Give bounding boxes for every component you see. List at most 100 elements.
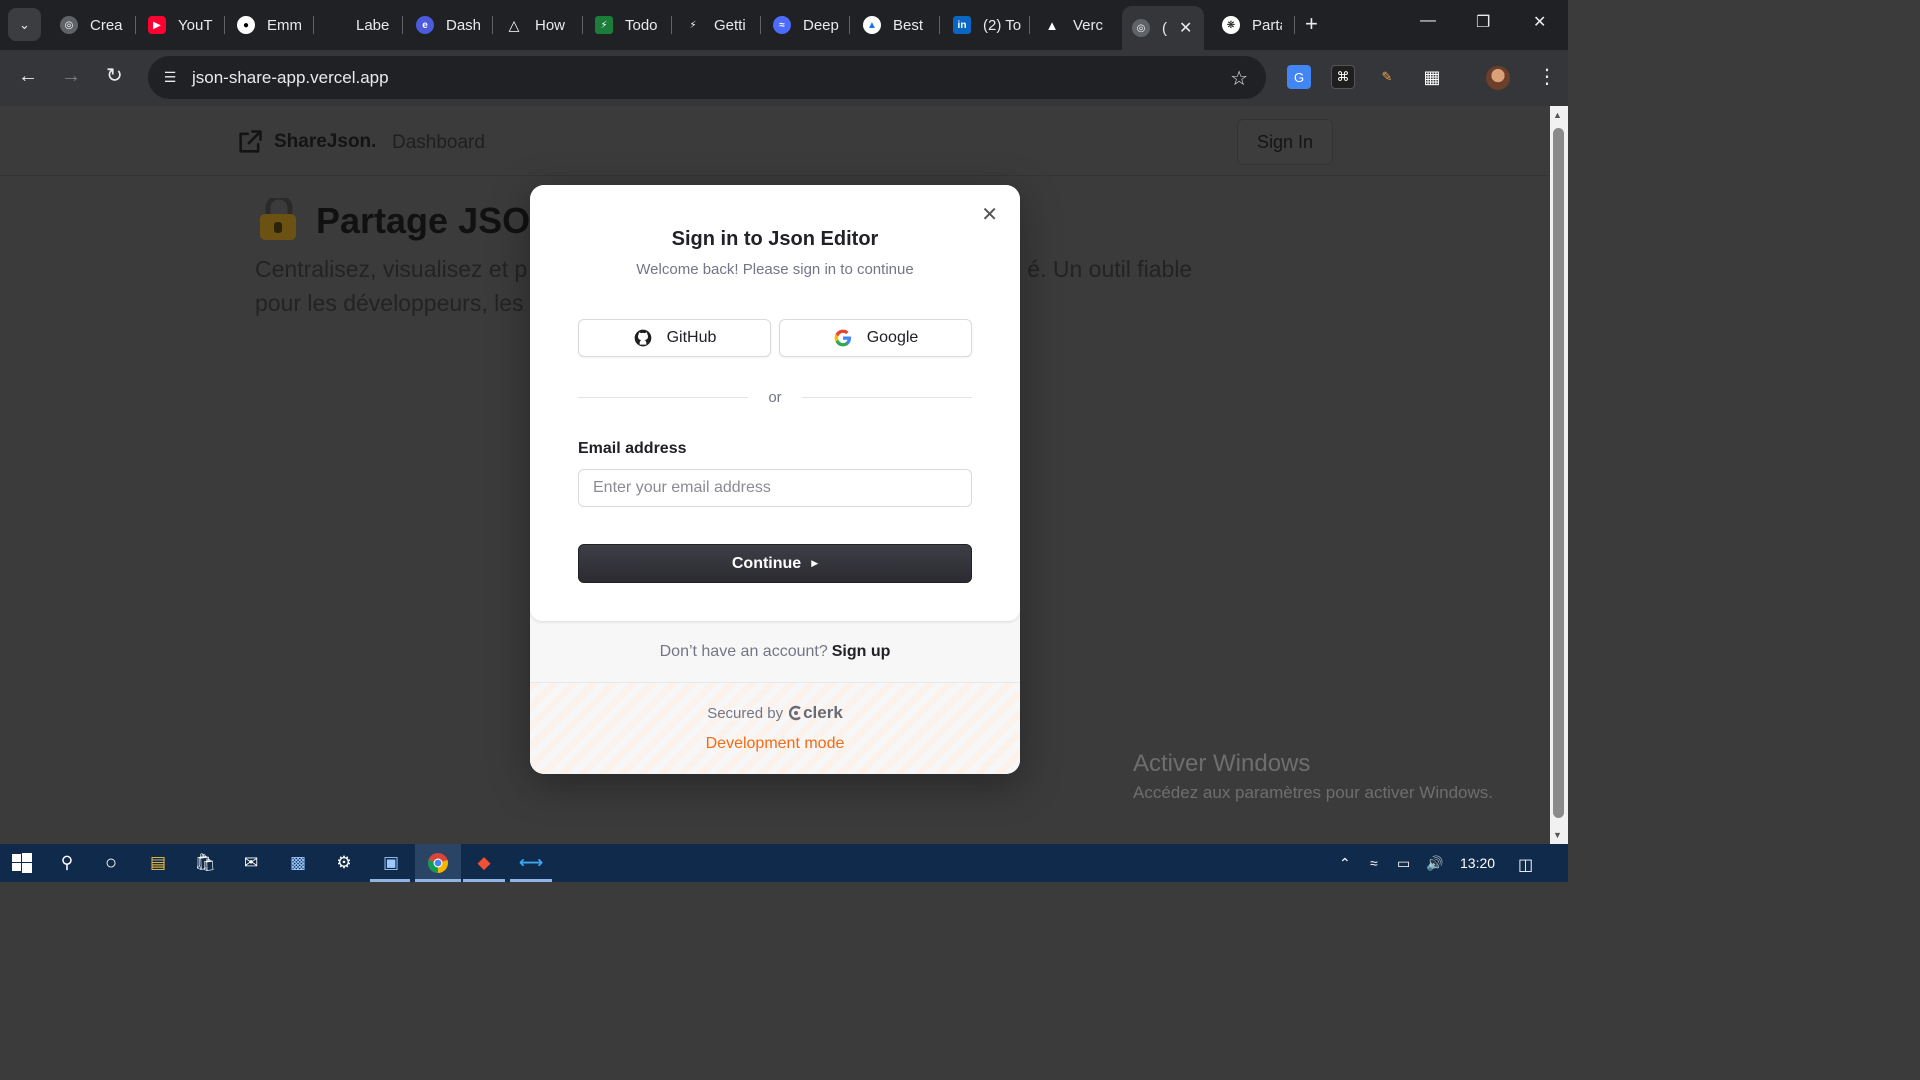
scrollbar-thumb[interactable] bbox=[1553, 128, 1564, 818]
youtube-icon: ▶ bbox=[148, 16, 166, 34]
git-icon[interactable]: ◆ bbox=[473, 852, 495, 874]
deepseek-icon: ≈ bbox=[773, 16, 791, 34]
tab-item[interactable]: ▶ YouT bbox=[148, 8, 218, 42]
close-modal-icon[interactable]: ✕ bbox=[981, 205, 998, 225]
wifi-icon[interactable]: ≈ bbox=[1370, 855, 1378, 871]
taskbar-clock[interactable]: 13:20 bbox=[1460, 855, 1495, 871]
tab-separator bbox=[313, 16, 314, 34]
header-sign-in-button[interactable]: Sign In bbox=[1237, 119, 1333, 165]
close-window-button[interactable]: ✕ bbox=[1533, 12, 1546, 32]
battery-icon[interactable]: ▭ bbox=[1397, 855, 1410, 872]
lock-emoji-icon bbox=[260, 198, 296, 240]
cortana-icon[interactable]: ○ bbox=[100, 852, 122, 874]
vscode-icon[interactable]: ⟷ bbox=[519, 852, 543, 874]
clerk-mark-icon bbox=[789, 705, 801, 721]
clerk-logo[interactable]: clerk bbox=[789, 703, 843, 723]
taskbar-underline bbox=[463, 879, 505, 882]
back-button[interactable]: ← bbox=[18, 66, 38, 86]
settings-gear-icon[interactable]: ⚙ bbox=[333, 852, 355, 874]
tab-item[interactable]: ● Emm bbox=[237, 8, 307, 42]
browser-tab-strip: ⌄ ◎ Crea ▶ YouT ● Emm Labe e Dash △ How … bbox=[0, 0, 1568, 50]
address-bar[interactable]: ☰ json-share-app.vercel.app ☆ bbox=[148, 56, 1266, 99]
blank-icon bbox=[326, 16, 344, 34]
taskbar-underline bbox=[370, 879, 410, 882]
tab-separator bbox=[760, 16, 761, 34]
scroll-up-arrow-icon[interactable]: ▲ bbox=[1553, 110, 1562, 120]
minimize-button[interactable]: — bbox=[1420, 12, 1436, 30]
divider-or-text: or bbox=[768, 389, 782, 406]
file-explorer-icon[interactable]: ▤ bbox=[147, 852, 169, 874]
network-app-icon[interactable]: ▩ bbox=[287, 852, 309, 874]
tab-item[interactable]: ⚡ Todo bbox=[595, 8, 665, 42]
search-icon[interactable]: ⚲ bbox=[56, 852, 78, 874]
tab-item[interactable]: ⚡ Getti bbox=[684, 8, 754, 42]
chevron-down-icon: ⌄ bbox=[19, 16, 30, 32]
github-label: GitHub bbox=[666, 329, 717, 346]
extensions-puzzle-icon[interactable]: ▦ bbox=[1420, 65, 1444, 89]
store-icon[interactable]: 🛍 bbox=[194, 852, 216, 874]
restore-button[interactable]: ❐ bbox=[1476, 12, 1490, 32]
tab-separator bbox=[402, 16, 403, 34]
tab-item[interactable]: △ How bbox=[505, 8, 575, 42]
profile-avatar[interactable] bbox=[1486, 66, 1510, 90]
tab-item[interactable]: in (2) To bbox=[953, 8, 1023, 42]
forward-button[interactable]: → bbox=[61, 66, 81, 86]
tab-item[interactable]: ◎ Crea bbox=[60, 8, 130, 42]
reload-button[interactable]: ↻ bbox=[106, 66, 123, 86]
github-sign-in-button[interactable]: GitHub bbox=[578, 319, 771, 357]
external-link-icon[interactable] bbox=[236, 128, 264, 156]
scroll-down-arrow-icon[interactable]: ▼ bbox=[1553, 830, 1562, 840]
brand-logo[interactable]: ShareJson. bbox=[274, 131, 376, 153]
tab-label: How bbox=[535, 16, 566, 34]
email-field[interactable] bbox=[578, 469, 972, 507]
tab-item[interactable]: ▲ Verc bbox=[1043, 8, 1113, 42]
tab-label: (2) To bbox=[983, 16, 1022, 34]
sign-up-prompt: Don’t have an account? Sign up bbox=[530, 643, 1020, 661]
chrome-icon[interactable] bbox=[427, 852, 449, 874]
translate-extension-icon[interactable]: G bbox=[1287, 65, 1311, 89]
tab-item[interactable]: ≈ Deep bbox=[773, 8, 843, 42]
secured-by-row: Secured by clerk bbox=[530, 703, 1020, 723]
site-settings-icon[interactable]: ☰ bbox=[160, 68, 180, 88]
new-tab-button[interactable]: + bbox=[1305, 13, 1318, 35]
color-picker-extension-icon[interactable]: ✎ bbox=[1375, 65, 1399, 89]
tab-search-button[interactable]: ⌄ bbox=[8, 8, 41, 41]
windows-start-icon[interactable] bbox=[11, 852, 33, 874]
continue-button[interactable]: Continue ▶ bbox=[578, 544, 972, 583]
taskbar-underline bbox=[510, 879, 552, 882]
google-sign-in-button[interactable]: Google bbox=[779, 319, 972, 357]
control-panel-icon[interactable]: ▣ bbox=[380, 852, 402, 874]
globe-icon: ◎ bbox=[60, 16, 78, 34]
globe-icon: ◎ bbox=[1132, 19, 1150, 37]
tab-item[interactable]: ❋ Parta bbox=[1222, 8, 1282, 42]
tab-separator bbox=[1029, 16, 1030, 34]
close-tab-icon[interactable]: ✕ bbox=[1179, 18, 1192, 38]
tab-label: YouT bbox=[178, 16, 213, 34]
tab-separator bbox=[1294, 16, 1295, 34]
tab-label: Verc bbox=[1073, 16, 1104, 34]
sign-up-link[interactable]: Sign up bbox=[832, 643, 891, 660]
mail-icon[interactable]: ✉ bbox=[240, 852, 262, 874]
tab-item[interactable]: ▲ Best bbox=[863, 8, 933, 42]
tab-item[interactable]: e Dash bbox=[416, 8, 486, 42]
tab-label: Crea bbox=[90, 16, 123, 34]
browser-menu-icon[interactable]: ⋮ bbox=[1537, 64, 1557, 89]
notification-center-icon[interactable]: ◫ bbox=[1518, 855, 1533, 875]
tab-label: Emm bbox=[267, 16, 302, 34]
linkedin-icon: in bbox=[953, 16, 971, 34]
tab-label: Getti bbox=[714, 16, 746, 34]
email-label: Email address bbox=[578, 440, 687, 457]
tab-active[interactable]: ◎ ( ✕ bbox=[1122, 6, 1204, 50]
tab-label: Deep bbox=[803, 16, 839, 34]
openai-icon: ❋ bbox=[1222, 16, 1240, 34]
triangle-icon: △ bbox=[508, 16, 520, 33]
url-text[interactable]: json-share-app.vercel.app bbox=[192, 68, 389, 88]
tab-item[interactable]: Labe bbox=[326, 8, 396, 42]
bookmark-star-icon[interactable]: ☆ bbox=[1230, 66, 1248, 91]
site-header: ShareJson. Dashboard Sign In bbox=[0, 106, 1550, 176]
nav-dashboard-link[interactable]: Dashboard bbox=[392, 132, 485, 154]
command-extension-icon[interactable]: ⌘ bbox=[1331, 65, 1355, 89]
caret-right-icon: ▶ bbox=[811, 558, 819, 568]
volume-icon[interactable]: 🔊 bbox=[1426, 855, 1443, 872]
tray-chevron-up-icon[interactable]: ⌃ bbox=[1339, 855, 1351, 872]
